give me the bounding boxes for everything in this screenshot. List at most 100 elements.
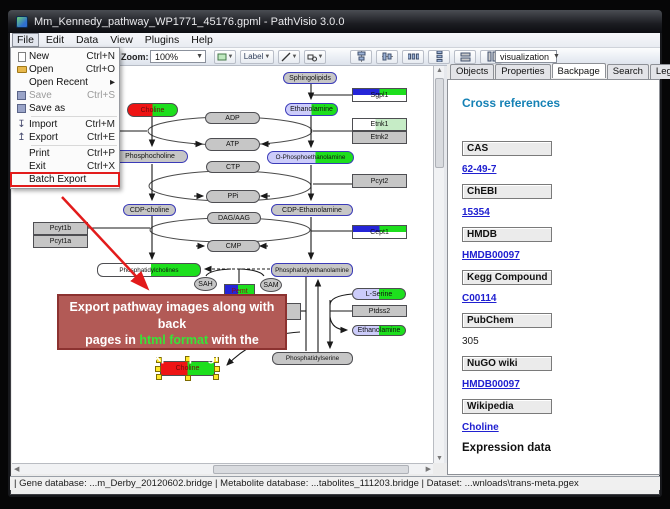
node-label: Cept1 [370,229,389,236]
node-label: Choline [176,365,200,372]
canvas-vertical-scrollbar[interactable]: ▲ ▼ [433,66,444,463]
align-middle-button[interactable] [376,50,398,64]
crossref-database-name: ChEBI [462,184,552,199]
open-folder-icon [14,66,29,73]
label-tool-button[interactable]: Label▼ [240,50,274,64]
scroll-up-icon[interactable]: ▲ [436,67,443,74]
datanode-icon [217,52,227,62]
menu-data[interactable]: Data [71,33,103,47]
node-adp[interactable]: ADP [205,112,260,124]
menu-edit[interactable]: Edit [41,33,69,47]
node-phosphatidylethanolamine[interactable]: Phosphatidylethanolamine [271,263,353,277]
tab-objects[interactable]: Objects [450,64,494,79]
crossref-link[interactable]: HMDB00097 [462,250,520,261]
tab-search[interactable]: Search [607,64,649,79]
file-menu-item-batch-export[interactable]: Batch Export [11,173,119,186]
node-phosphocholine[interactable]: Phosphocholine [112,150,188,163]
chevron-down-icon: ▼ [553,53,560,60]
file-menu-item-open[interactable]: OpenCtrl+O [11,63,119,76]
menu-help[interactable]: Help [186,33,218,47]
menu-view[interactable]: View [105,33,138,47]
tab-backpage[interactable]: Backpage [552,63,606,78]
menu-plugins[interactable]: Plugins [140,33,184,47]
file-menu-item-import[interactable]: ↧ImportCtrl+M [11,118,119,131]
menu-item-shortcut: Ctrl+X [87,161,115,172]
node-cdp-ethanolamine[interactable]: CDP-Ethanolamine [271,204,353,216]
scroll-left-icon[interactable]: ◀ [14,465,19,473]
crossref-link[interactable]: Choline [462,422,499,433]
selection-handle[interactable] [156,374,162,380]
node-ctp[interactable]: CTP [206,161,260,173]
node-sphingolipids[interactable]: Sphingolipids [283,72,337,84]
node-dag-aag[interactable]: DAG/AAG [207,212,261,224]
title-bar[interactable]: Mm_Kennedy_pathway_WP1771_45176.gpml - P… [8,10,662,33]
menu-file[interactable]: File [12,33,39,47]
crossref-link[interactable]: C00114 [462,293,496,304]
node-choline[interactable]: Choline [127,103,178,117]
node-ptdss2[interactable]: Ptdss2 [352,305,407,317]
file-menu-item-save-as[interactable]: Save as [11,102,119,115]
node-cept1[interactable]: Cept1 [352,225,407,239]
node-cdp-choline[interactable]: CDP-choline [123,204,176,216]
canvas-horizontal-scrollbar[interactable]: ◀ ▶ [12,463,433,474]
vertical-scroll-thumb[interactable] [435,78,444,168]
zoom-combobox[interactable]: 100% ▼ [150,50,206,63]
node-label: PPi [228,193,239,200]
scroll-down-icon[interactable]: ▼ [436,455,443,462]
file-menu-item-exit[interactable]: ExitCtrl+X [11,160,119,173]
node-etnk2[interactable]: Etnk2 [352,131,407,144]
node-pcyt1b[interactable]: Pcyt1b [33,222,88,235]
node-label: SAH [198,281,212,288]
node-ppi[interactable]: PPi [206,190,260,203]
menu-item-label: Print [29,148,87,159]
shape-tool-button[interactable]: ▼ [304,50,326,64]
horizontal-scroll-thumb[interactable] [213,465,409,474]
node-label: CDP-Ethanolamine [282,207,342,214]
new-datanode-button[interactable]: ▼ [214,50,236,64]
file-menu-item-open-recent[interactable]: Open Recent▸ [11,76,119,89]
crossref-value: 305 [462,336,479,347]
scroll-right-icon[interactable]: ▶ [426,465,431,473]
node-cmp[interactable]: CMP [207,240,260,252]
tab-legend[interactable]: Legend [650,64,670,79]
common-width-button[interactable] [454,50,476,64]
node-o-phosphoethanolamine[interactable]: O-Phosphoethanolamine [267,151,354,164]
file-menu-item-print[interactable]: PrintCtrl+P [11,147,119,160]
selection-handle[interactable] [155,366,161,372]
node-pcyt2[interactable]: Pcyt2 [352,174,407,188]
crossref-link[interactable]: HMDB00097 [462,379,520,390]
visualization-combobox[interactable]: visualization ▼ [495,50,557,63]
distribute-horizontal-button[interactable] [402,50,424,64]
node-ethanolamine[interactable]: Ethanolamine [285,103,338,116]
node-label: Pcyt2 [371,178,389,185]
node-label: L-Serine [366,291,392,298]
distribute-vertical-button[interactable] [428,50,450,64]
node-phosphatidylcholines[interactable]: Phosphatidylcholines [97,263,201,277]
crossref-link[interactable]: 15354 [462,207,490,218]
node-label: Sphingolipids [289,75,331,82]
window-title: Mm_Kennedy_pathway_WP1771_45176.gpml - P… [34,16,344,28]
selection-handle[interactable] [214,366,220,372]
node-ethanolamine[interactable]: Ethanolamine [352,325,406,336]
tab-properties[interactable]: Properties [495,64,550,79]
file-menu-item-export[interactable]: ↥ExportCtrl+E [11,131,119,144]
node-atp[interactable]: ATP [205,138,260,151]
line-tool-button[interactable]: ▼ [278,50,300,64]
selection-handle[interactable] [213,374,219,380]
crossref-section: CAS62-49-7 [462,141,659,175]
file-menu-item-save[interactable]: SaveCtrl+S [11,89,119,102]
file-menu-item-new[interactable]: NewCtrl+N [11,50,119,63]
crossref-value-row: HMDB00097 [462,250,659,261]
node-pcyt1a[interactable]: Pcyt1a [33,235,88,248]
node-sgpl1[interactable]: Sgpl1 [352,88,407,102]
export-icon: ↥ [14,133,29,143]
selection-handle[interactable] [185,375,191,381]
node-sam[interactable]: SAM [260,278,282,292]
common-width-icon [460,51,471,62]
node-etnk1[interactable]: Etnk1 [352,118,407,131]
align-center-button[interactable] [350,50,372,64]
node-label: DAG/AAG [218,215,250,222]
node-sah[interactable]: SAH [194,277,217,291]
node-l-serine[interactable]: L-Serine [352,288,406,300]
crossref-link[interactable]: 62-49-7 [462,164,496,175]
